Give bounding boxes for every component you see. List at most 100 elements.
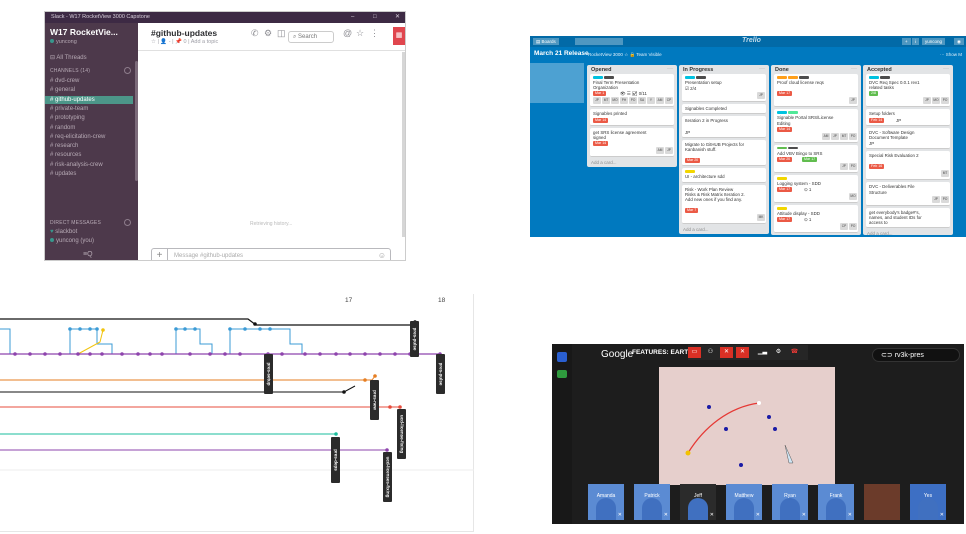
commit-dot[interactable] [238,352,242,356]
member-avatar[interactable]: MO [849,193,857,201]
hangup-icon[interactable]: ☎ [788,347,801,358]
card[interactable]: Special Risk Evaluation 2 Feb 16 MT [866,151,950,181]
commit-dot[interactable] [160,352,164,356]
commit-dot[interactable] [100,352,104,356]
commit-dot[interactable] [393,352,397,356]
member-avatar[interactable]: JP [831,132,839,140]
close-icon[interactable]: ✕ [395,12,400,23]
member-avatar[interactable]: SA [638,97,646,105]
show-menu-link[interactable]: ··· Show M [940,52,962,57]
member-avatar[interactable]: MK [757,214,765,222]
channel-item[interactable]: # req-elicitation-crew [45,133,133,142]
search-input[interactable]: ⌕ Search [288,31,334,43]
branch-tag[interactable]: pres-pulse [436,354,445,394]
branch-tag[interactable]: pres-new [370,380,379,420]
emoji-icon[interactable]: ☺ [378,251,386,260]
attach-icon[interactable]: + [152,249,168,260]
card[interactable]: Risk - Work Plan Review Risks & Risk Mat… [682,184,766,225]
commit-dot[interactable] [334,352,338,356]
commit-dot[interactable] [174,327,178,331]
member-avatar[interactable]: AM [656,146,664,154]
channel-item[interactable]: # updates [45,170,133,179]
commit-dot[interactable] [363,352,367,356]
mic-off-icon[interactable]: ✕ [720,347,733,358]
gear-icon[interactable]: ⚙ [772,347,785,358]
trello-logo[interactable]: Trello [742,37,761,44]
card[interactable]: get everybody's badge#'s, names, and stu… [866,207,950,229]
participant-tile[interactable]: Amanda ✕ [588,484,624,520]
card[interactable]: DVC - Software Design Document Template J… [866,127,950,149]
member-avatar[interactable]: CP [665,97,673,105]
participant-video[interactable] [864,484,900,520]
channel-item[interactable]: # risk-analysis-crew [45,161,133,170]
commit-dot[interactable] [253,322,257,326]
participant-tile[interactable]: Ryan ✕ [772,484,808,520]
member-avatar[interactable]: JP [840,162,848,170]
commit-dot[interactable] [342,390,346,394]
card[interactable]: Logging system - SDD Mar 17 ⊙ 1 MO [774,175,858,204]
list-menu-icon[interactable]: ··· [667,66,673,72]
channel-item[interactable]: # private-team [45,105,133,114]
list-title[interactable]: Accepted [867,67,892,73]
mentions-icon[interactable]: @ [343,28,352,38]
board-name[interactable]: March 21 Release [534,50,589,57]
card[interactable]: Attitude display - SDD Mar 17 ⊙ 1 CP PO [774,205,858,234]
star-icon[interactable]: ☆ [356,28,364,39]
card[interactable]: DVC - Deliverables File Structure JP PO [866,182,950,206]
commit-dot[interactable] [373,374,377,378]
quick-switcher-icon[interactable]: ≡Q [83,251,93,258]
card[interactable]: Add VBV Bingo to SRS Mar 20 Mar 17 JP PO [774,144,858,173]
chat-icon[interactable] [557,352,567,362]
member-avatar[interactable]: JP [932,195,940,203]
channel-item[interactable]: # dvd-crew [45,77,133,86]
member-avatar[interactable]: JP [593,97,601,105]
branch-tag[interactable]: pres-deps [331,437,340,483]
card[interactable]: Signables printed Mar 14 [590,109,674,126]
trello-search-input[interactable] [575,38,623,45]
member-avatar[interactable]: AM [656,97,664,105]
member-avatar[interactable]: MT [602,97,610,105]
commit-dot[interactable] [148,352,152,356]
list-title[interactable]: In Progress [683,67,713,73]
panel-icon[interactable]: ◫ [277,28,286,39]
member-avatar[interactable]: JP [757,92,765,100]
commit-dot[interactable] [183,327,187,331]
branch-tag[interactable]: pres-setup [264,354,273,394]
member-avatar[interactable]: PO [849,162,857,170]
card[interactable]: Setup folders Feb 14 JP [866,109,950,126]
participant-tile[interactable]: Matthew ✕ [726,484,762,520]
commit-dot[interactable] [136,352,140,356]
commit-dot[interactable] [334,432,338,436]
apps-icon[interactable]: ▦ [393,27,405,45]
commit-dot[interactable] [28,352,32,356]
commit-dot[interactable] [76,352,80,356]
card[interactable]: UI - architecture sdd [682,168,766,183]
branch-tag[interactable]: ucd-license-fixing [397,409,406,459]
channel-item[interactable]: # github-updates [45,95,133,105]
more-icon[interactable]: ⋮ [370,28,379,39]
card[interactable]: Iteration 2 in Progress JP [682,116,766,138]
list-menu-icon[interactable]: ··· [851,66,857,72]
user-menu[interactable]: yuncong [922,38,946,45]
commit-dot[interactable] [13,352,17,356]
member-avatar[interactable]: JP [849,97,857,105]
info-icon[interactable]: i [912,38,919,45]
all-threads-item[interactable]: ⊟ All Threads [45,54,133,63]
channel-item[interactable]: # resources [45,151,133,160]
member-avatar[interactable]: PO [629,97,637,105]
commit-dot[interactable] [258,327,262,331]
team-name[interactable]: W17 RocketVie... [50,27,118,37]
commit-dot[interactable] [88,352,92,356]
participant-tile[interactable]: Yes ✕ [910,484,946,520]
board-meta[interactable]: RocketView 3000 ☆ 🔒 Team Visible [588,52,662,58]
commit-dot[interactable] [188,352,192,356]
member-avatar[interactable]: CP [840,223,848,231]
commit-dot[interactable] [101,328,105,332]
current-user[interactable]: yuncong [50,39,77,45]
card[interactable]: Presentation setup ☑ 2/4 JP [682,74,766,103]
commit-dot[interactable] [68,327,72,331]
boards-button[interactable]: ▤ Boards [533,38,559,45]
member-avatar[interactable]: MO [932,97,940,105]
commit-dot[interactable] [378,352,382,356]
message-input[interactable]: Message #github-updates [174,249,243,260]
